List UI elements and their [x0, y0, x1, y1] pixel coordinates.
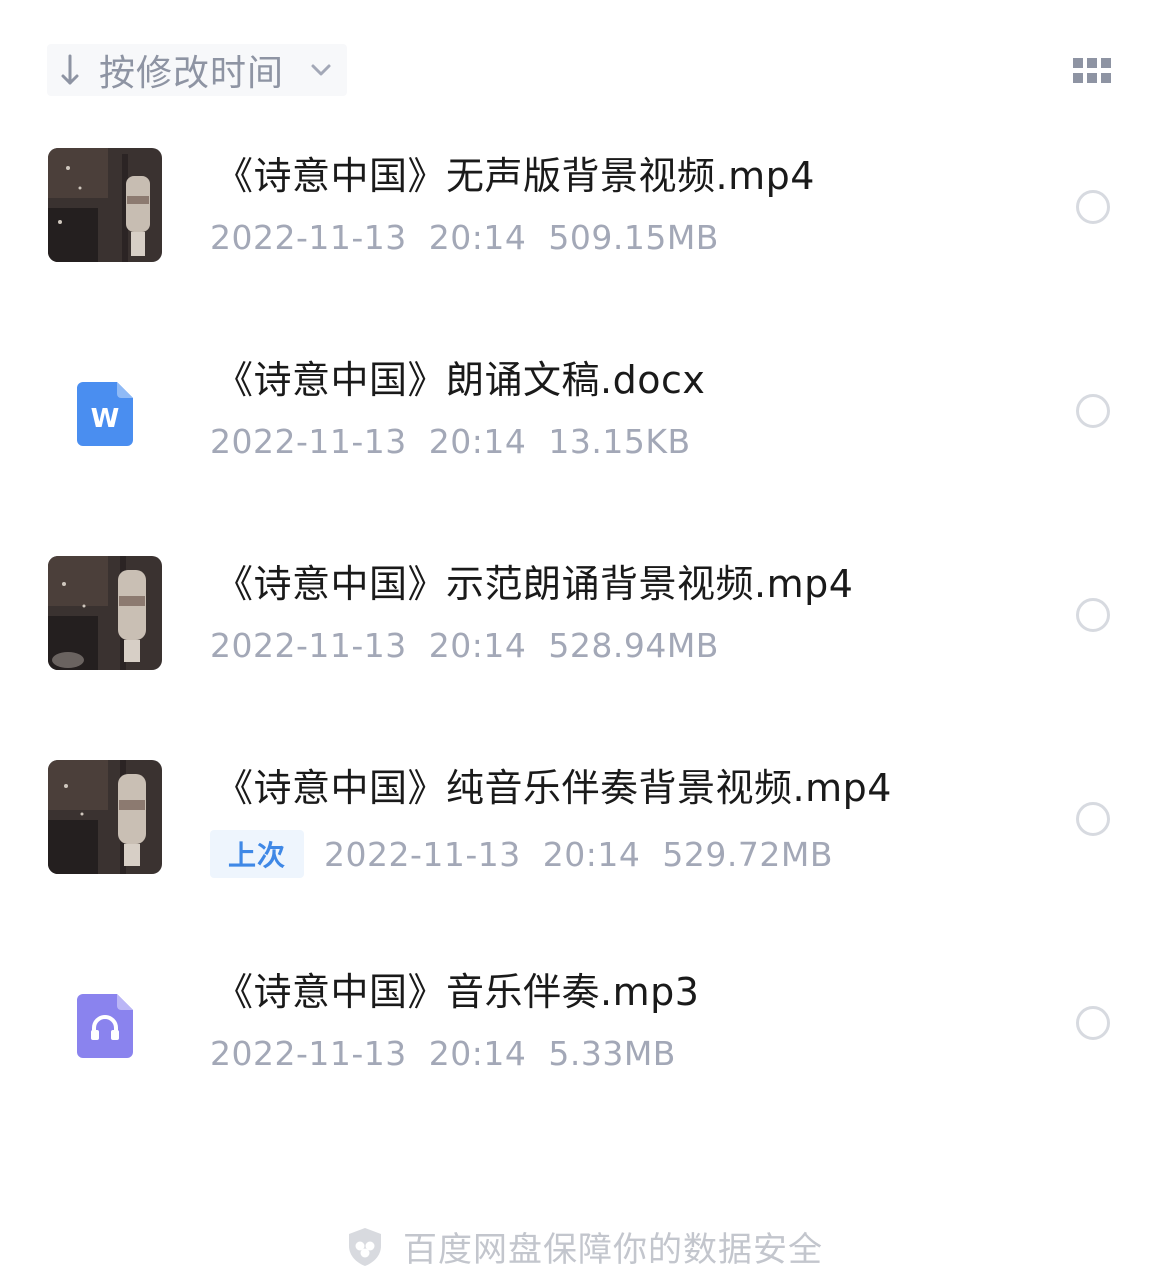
grid-view-icon[interactable] — [1073, 58, 1111, 84]
sort-label: 按修改时间 — [99, 53, 285, 94]
file-time: 20:14 — [428, 422, 527, 461]
file-time: 20:14 — [428, 626, 527, 665]
file-time: 20:14 — [428, 218, 527, 257]
chevron-down-icon — [311, 64, 331, 76]
file-name: 《诗意中国》音乐伴奏.mp3 — [215, 970, 700, 1014]
file-name: 《诗意中国》朗诵文稿.docx — [215, 358, 706, 402]
file-date: 2022-11-13 — [324, 834, 521, 874]
last-opened-badge: 上次 — [210, 830, 305, 878]
file-date: 2022-11-13 — [210, 218, 407, 257]
file-date: 2022-11-13 — [210, 626, 407, 665]
file-size: 529.72MB — [662, 834, 833, 874]
select-checkbox[interactable] — [1076, 190, 1110, 224]
select-checkbox[interactable] — [1076, 1006, 1110, 1040]
select-checkbox[interactable] — [1076, 394, 1110, 428]
video-thumbnail — [48, 760, 162, 874]
file-name: 《诗意中国》纯音乐伴奏背景视频.mp4 — [215, 766, 892, 810]
file-size: 509.15MB — [548, 218, 719, 257]
file-row[interactable]: 《诗意中国》纯音乐伴奏背景视频.mp4 上次 2022-11-13 20:14 … — [0, 726, 1176, 916]
file-time: 20:14 — [542, 834, 641, 874]
file-size: 5.33MB — [548, 1034, 676, 1073]
file-meta: 2022-11-13 20:14 509.15MB — [210, 218, 719, 257]
shield-icon — [349, 1227, 381, 1266]
file-size: 13.15KB — [548, 422, 691, 461]
sort-dropdown[interactable]: 按修改时间 — [47, 44, 347, 96]
arrow-down-icon — [61, 54, 79, 85]
file-row[interactable]: 《诗意中国》无声版背景视频.mp4 2022-11-13 20:14 509.1… — [0, 114, 1176, 304]
file-date: 2022-11-13 — [210, 1034, 407, 1073]
file-date: 2022-11-13 — [210, 422, 407, 461]
select-checkbox[interactable] — [1076, 802, 1110, 836]
file-row[interactable]: W 《诗意中国》朗诵文稿.docx 2022-11-13 20:14 13.15… — [0, 318, 1176, 508]
security-footer: 百度网盘保障你的数据安全 — [345, 1222, 823, 1271]
video-thumbnail — [48, 148, 162, 262]
select-checkbox[interactable] — [1076, 598, 1110, 632]
file-row[interactable]: 《诗意中国》示范朗诵背景视频.mp4 2022-11-13 20:14 528.… — [0, 522, 1176, 712]
file-meta: 上次 2022-11-13 20:14 529.72MB — [210, 830, 833, 878]
video-thumbnail — [48, 556, 162, 670]
word-file-icon: W — [77, 382, 133, 446]
audio-file-icon — [77, 994, 133, 1058]
file-size: 528.94MB — [548, 626, 719, 665]
file-time: 20:14 — [428, 1034, 527, 1073]
footer-text: 百度网盘保障你的数据安全 — [403, 1230, 823, 1270]
file-meta: 2022-11-13 20:14 13.15KB — [210, 422, 691, 461]
file-name: 《诗意中国》无声版背景视频.mp4 — [215, 154, 815, 198]
file-row[interactable]: 《诗意中国》音乐伴奏.mp3 2022-11-13 20:14 5.33MB — [0, 930, 1176, 1120]
word-icon-letter: W — [91, 404, 120, 434]
file-meta: 2022-11-13 20:14 5.33MB — [210, 1034, 676, 1073]
file-meta: 2022-11-13 20:14 528.94MB — [210, 626, 719, 665]
file-name: 《诗意中国》示范朗诵背景视频.mp4 — [215, 562, 854, 606]
